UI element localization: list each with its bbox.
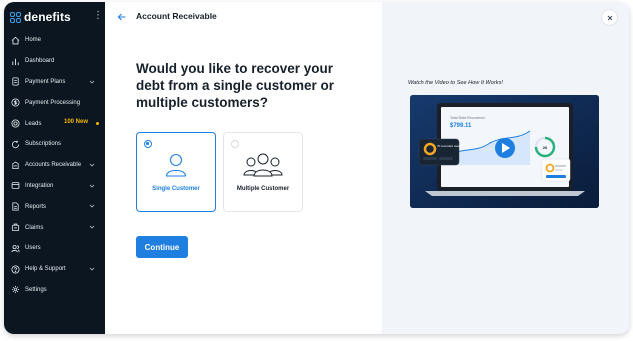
sidebar-item-leads[interactable]: Leads 100 New [4,113,105,134]
sidebar-item-integration[interactable]: Integration [4,176,105,197]
sidebar-item-label: Help & Support [25,266,66,273]
notification-dot [96,122,99,126]
chevron-down-icon [89,225,95,229]
sidebar-item-label: Home [25,37,42,44]
video-caption: Watch the Video to See How It Works! [408,80,503,86]
sidebar-item-dashboard[interactable]: Dashboard [4,51,105,72]
back-arrow-icon[interactable] [117,12,127,22]
users-icon [10,243,20,253]
more-vertical-icon[interactable]: ⋮ [93,11,103,21]
sidebar-item-users[interactable]: Users [4,238,105,259]
thumb-ring-value: 26 [543,145,548,150]
integration-icon [10,181,20,191]
video-thumbnail[interactable]: Total Debt Recovered $799.11 26 70 recor… [410,95,599,208]
claims-icon [10,223,20,233]
receivable-icon [10,160,20,170]
sidebar-item-subscriptions[interactable]: Subscriptions [4,134,105,155]
thumb-card-title: Total Debt Recovered [450,116,485,120]
sidebar-item-claims[interactable]: Claims [4,217,105,238]
sidebar-item-label: Payment Plans [25,78,66,85]
target-icon [10,119,20,129]
document-icon [10,77,20,87]
thumb-card-value: $799.11 [450,123,472,129]
chevron-down-icon [89,163,95,167]
option-multiple-customer[interactable]: Multiple Customer [223,132,303,212]
bar-chart-icon [10,56,20,66]
sidebar-item-reports[interactable]: Reports [4,196,105,217]
sidebar-item-label: Settings [25,286,47,293]
chevron-down-icon [89,80,95,84]
multiple-users-icon [243,153,283,177]
sidebar-item-payment-plans[interactable]: Payment Plans [4,72,105,93]
page-title: Account Receivable [136,11,217,21]
close-button[interactable] [601,9,618,26]
main-content: Account Receivable Would you like to rec… [105,2,382,334]
chevron-down-icon [89,205,95,209]
home-icon [10,35,20,45]
option-label: Multiple Customer [236,186,290,192]
logo[interactable]: denefits [10,10,71,24]
single-user-icon [165,153,187,177]
app-frame: denefits ⋮ Home Dashboard Payment Plans [4,2,629,334]
chevron-down-icon [89,267,95,271]
sidebar-item-label: Accounts Receivable [25,162,82,169]
sidebar-item-label: Leads [25,120,42,127]
sidebar-item-payment-processing[interactable]: Payment Processing [4,92,105,113]
chevron-down-icon [89,184,95,188]
sidebar-item-label: Dashboard [25,58,55,65]
sidebar-item-label: Users [25,245,41,252]
question-heading: Would you like to recover your debt from… [136,61,335,110]
logo-mark-icon [10,11,21,23]
sidebar: denefits ⋮ Home Dashboard Payment Plans [4,2,105,334]
continue-button[interactable]: Continue [136,236,188,258]
sidebar-item-label: Claims [25,224,44,231]
option-single-customer[interactable]: Single Customer [136,132,216,212]
sidebar-item-accounts-receivable[interactable]: Accounts Receivable [4,155,105,176]
close-icon [607,15,612,20]
sidebar-nav: Home Dashboard Payment Plans Payment Pro… [4,30,105,300]
logo-text: denefits [24,10,71,24]
laptop-dashboard-illustration: Total Debt Recovered $799.11 26 70 recor… [410,95,599,208]
dollar-circle-icon [10,98,20,108]
report-icon [10,202,20,212]
leads-badge: 100 New [64,119,89,126]
refresh-dollar-icon [10,139,20,149]
thumb-popup-value: 70 recorded users [437,144,462,148]
sidebar-item-settings[interactable]: Settings [4,280,105,301]
sidebar-item-help-support[interactable]: Help & Support [4,259,105,280]
sidebar-item-home[interactable]: Home [4,30,105,51]
sidebar-item-label: Payment Processing [25,99,81,106]
sidebar-item-label: Subscriptions [25,141,62,148]
gear-icon [10,285,20,295]
radio-button-selected[interactable] [144,140,152,148]
sidebar-item-label: Reports [25,203,47,210]
sidebar-item-label: Integration [25,182,54,189]
help-icon [10,264,20,274]
option-label: Single Customer [152,186,200,192]
radio-button-unselected[interactable] [231,140,239,148]
video-panel: Watch the Video to See How It Works! Tot… [382,2,629,334]
